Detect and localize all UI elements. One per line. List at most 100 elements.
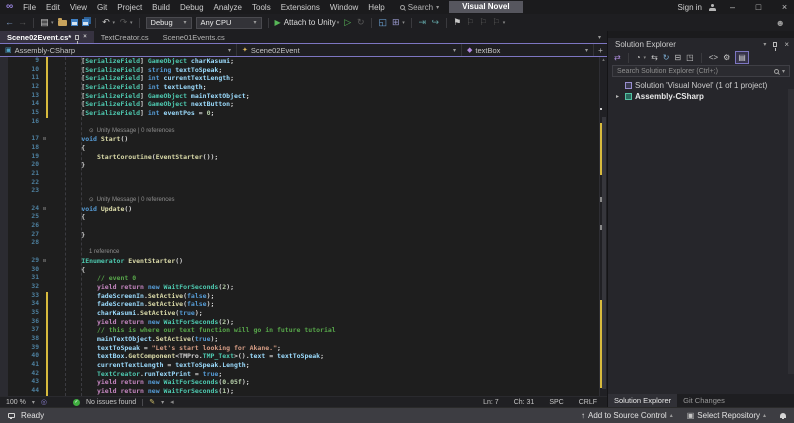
- menu-item-project[interactable]: Project: [112, 3, 147, 12]
- code-line[interactable]: 14 [SerializeField] GameObject nextButto…: [8, 100, 599, 109]
- add-to-source-control-button[interactable]: ↑ Add to Source Control ▴: [581, 411, 673, 420]
- code-line[interactable]: 39 textToSpeak = "Let's start looking fo…: [8, 343, 599, 353]
- close-button[interactable]: ×: [775, 2, 794, 12]
- show-all-files-icon[interactable]: ▤: [735, 51, 749, 64]
- bookmark-previous-icon[interactable]: ⚐: [466, 14, 475, 31]
- nesting-options-icon[interactable]: ◳: [686, 52, 694, 63]
- fold-collapse-icon[interactable]: ⊟: [43, 257, 46, 266]
- code-line[interactable]: 12 [SerializeField] int textLength;: [8, 83, 599, 92]
- save-all-icon[interactable]: [81, 19, 89, 26]
- redo-caret-icon[interactable]: ▾: [130, 20, 133, 26]
- editor-vertical-scrollbar[interactable]: ▴: [599, 57, 607, 396]
- menu-item-git[interactable]: Git: [92, 3, 112, 12]
- preview-code-icon[interactable]: <>: [709, 52, 718, 63]
- line-ending-indicator[interactable]: CRLF: [579, 399, 597, 406]
- code-line[interactable]: 34 fadeScreenIn.SetActive(false);: [8, 300, 599, 309]
- scrollbar-up-arrow-icon[interactable]: ▴: [600, 57, 607, 63]
- select-repository-button[interactable]: ▣ Select Repository ▴: [687, 411, 766, 420]
- no-issues-icon[interactable]: ✓: [72, 398, 80, 406]
- type-dropdown[interactable]: ✦ Scene02Event ▾: [237, 44, 462, 56]
- pin-tab-icon[interactable]: [75, 34, 80, 44]
- chevron-down-icon[interactable]: ▾: [782, 68, 785, 75]
- bookmark-toggle-icon[interactable]: ⚑: [453, 14, 462, 31]
- notifications-bell-icon[interactable]: [780, 413, 786, 419]
- solution-search-input[interactable]: Search Solution Explorer (Ctrl+;) ▾: [612, 65, 790, 77]
- code-line[interactable]: 25 {: [8, 213, 599, 222]
- sign-in-button[interactable]: Sign in: [678, 3, 702, 12]
- feedback-bubble-icon[interactable]: [8, 413, 15, 419]
- code-line[interactable]: 35 charKasumi.SetActive(true);: [8, 308, 599, 318]
- close-tab-icon[interactable]: ×: [83, 34, 87, 40]
- panel-tab-git-changes[interactable]: Git Changes: [677, 394, 731, 407]
- attach-to-unity-button[interactable]: ▶ Attach to Unity ▾: [275, 18, 340, 27]
- code-line[interactable]: 40 textBox.GetComponent<TMPro.TMP_Text>(…: [8, 352, 599, 361]
- code-line[interactable]: 21: [8, 170, 599, 179]
- code-line[interactable]: 28: [8, 239, 599, 248]
- code-line[interactable]: 33 fadeScreenIn.SetActive(false);: [8, 291, 599, 301]
- document-health-icon[interactable]: ◎: [41, 398, 47, 406]
- expander-icon[interactable]: ▸: [616, 93, 622, 100]
- window-layout-icon[interactable]: ⊞: [391, 14, 400, 31]
- menu-item-file[interactable]: File: [18, 3, 41, 12]
- menu-item-edit[interactable]: Edit: [41, 3, 65, 12]
- issues-status-label[interactable]: No issues found: [86, 399, 136, 406]
- code-line[interactable]: 10 [SerializeField] string textToSpeak;: [8, 65, 599, 75]
- split-window-button[interactable]: +: [594, 44, 607, 56]
- refresh-icon[interactable]: ↻: [663, 52, 670, 63]
- codelens-indicator[interactable]: ⊙ Unity Message | 0 references: [8, 196, 599, 205]
- tree-item-solution[interactable]: Solution 'Visual Novel' (1 of 1 project): [608, 80, 794, 91]
- window-position-caret-icon[interactable]: ▾: [763, 41, 766, 48]
- tab-overflow-caret-icon[interactable]: ▾: [598, 31, 607, 43]
- code-line[interactable]: 42 TextCreator.runTextPrint = true;: [8, 369, 599, 379]
- code-line[interactable]: 11 [SerializeField] int currentTextLengt…: [8, 74, 599, 83]
- send-feedback-icon[interactable]: ☻: [776, 18, 789, 28]
- navigate-backward-icon[interactable]: ←: [5, 14, 14, 31]
- step-into-icon[interactable]: ⇥: [418, 14, 427, 31]
- navigate-forward-icon[interactable]: →: [18, 14, 27, 31]
- code-line[interactable]: 27 }: [8, 231, 599, 240]
- panel-scrollbar[interactable]: [788, 89, 794, 374]
- window-layout-caret-icon[interactable]: ▾: [402, 20, 405, 26]
- code-suggestions-icon[interactable]: ✎: [149, 398, 155, 406]
- maximize-button[interactable]: □: [749, 2, 768, 12]
- search-control[interactable]: Search ▾: [399, 3, 439, 12]
- code-line[interactable]: 20 }: [8, 161, 599, 170]
- project-dropdown[interactable]: ▣ Assembly-CSharp ▾: [0, 44, 237, 56]
- sync-with-active-document-icon[interactable]: ⇆: [651, 52, 658, 63]
- menu-item-tools[interactable]: Tools: [247, 3, 276, 12]
- code-line[interactable]: 37 // this is where our text function wi…: [8, 326, 599, 335]
- menu-item-window[interactable]: Window: [325, 3, 363, 12]
- line-indicator[interactable]: Ln: 7: [483, 399, 499, 406]
- code-lines[interactable]: 9 [SerializeField] GameObject charKasumi…: [8, 57, 599, 396]
- code-line[interactable]: 16: [8, 118, 599, 127]
- codelens-indicator[interactable]: ⊙ Unity Message | 0 references: [8, 127, 599, 136]
- code-line[interactable]: 36 yield return new WaitForSeconds(2);: [8, 317, 599, 327]
- find-in-files-icon[interactable]: ◱: [378, 14, 387, 31]
- solution-platform-combo[interactable]: Any CPU ▾: [195, 16, 262, 29]
- tab-scene02event-cs[interactable]: Scene02Event.cs* ×: [0, 31, 94, 44]
- bookmark-next-icon[interactable]: ⚐: [479, 14, 488, 31]
- code-line[interactable]: 13 [SerializeField] GameObject mainTextO…: [8, 91, 599, 101]
- minimize-button[interactable]: –: [723, 2, 742, 12]
- code-line[interactable]: 17 ⊟ void Start(): [8, 135, 599, 144]
- bookmarks-caret-icon[interactable]: ▾: [503, 20, 506, 26]
- code-line[interactable]: 26: [8, 222, 599, 231]
- column-indicator[interactable]: Ch: 31: [514, 399, 535, 406]
- code-line[interactable]: 31 // event 0: [8, 274, 599, 283]
- menu-item-view[interactable]: View: [65, 3, 92, 12]
- zoom-level-dropdown[interactable]: 100 %: [6, 399, 26, 406]
- tree-item-assembly-csharp[interactable]: ▸ Assembly-CSharp: [608, 91, 794, 102]
- code-line[interactable]: 41 currentTextLength = textToSpeak.Lengt…: [8, 361, 599, 370]
- code-line[interactable]: 18 {: [8, 144, 599, 153]
- menu-item-debug[interactable]: Debug: [175, 3, 209, 12]
- code-line[interactable]: 15 [SerializeField] int eventPos = 0;: [8, 109, 599, 118]
- panel-tab-solution-explorer[interactable]: Solution Explorer: [608, 394, 678, 407]
- code-line[interactable]: 38 mainTextObject.SetActive(true);: [8, 335, 599, 344]
- switch-views-icon[interactable]: ⇄: [614, 52, 621, 63]
- code-line[interactable]: 32 yield return new WaitForSeconds(2);: [8, 283, 599, 292]
- menu-item-help[interactable]: Help: [363, 3, 389, 12]
- open-file-icon[interactable]: [57, 17, 67, 26]
- pin-icon[interactable]: [773, 42, 778, 51]
- redo-icon[interactable]: ↷: [119, 14, 128, 31]
- code-line[interactable]: 23: [8, 187, 599, 196]
